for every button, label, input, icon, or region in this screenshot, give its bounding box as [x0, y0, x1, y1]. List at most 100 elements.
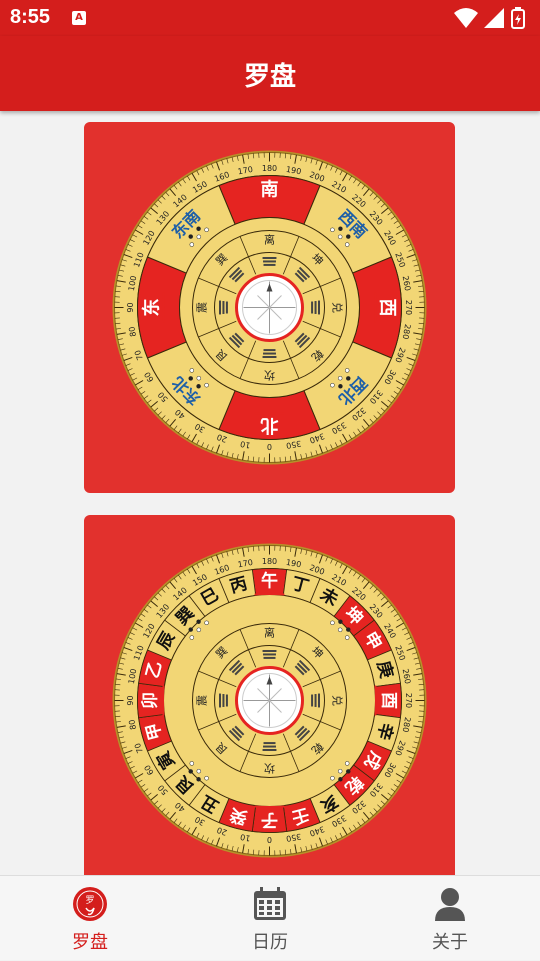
degree-label: 90: [126, 695, 135, 705]
nav-item-compass[interactable]: 罗 罗盘: [0, 876, 180, 961]
hetu-dot: [346, 376, 350, 380]
direction-label: 西: [377, 299, 398, 317]
trigram-label: 坎: [264, 762, 275, 775]
hetu-dot: [197, 235, 201, 239]
hetu-mark: [255, 806, 285, 807]
degree-label: 80: [127, 326, 138, 338]
nav-label-compass: 罗盘: [0, 928, 180, 954]
hetu-dot: [205, 383, 209, 387]
status-time: 8:55: [10, 6, 50, 29]
hetu-dot: [190, 761, 194, 765]
hetu-dot: [197, 384, 201, 388]
hetu-dot: [346, 235, 350, 239]
hetu-dot: [189, 376, 193, 380]
degree-label: 180: [262, 557, 277, 566]
hetu-mark: [255, 594, 285, 595]
nav-label-about: 关于: [360, 928, 540, 954]
degree-label: 10: [240, 439, 252, 450]
compass-card-24-mountains[interactable]: 0102030405060708090100110120130140150160…: [84, 515, 455, 886]
hetu-dot: [189, 628, 193, 632]
compass-logo-icon: 罗: [72, 886, 108, 922]
status-icons: [452, 6, 532, 30]
notification-icon: A: [72, 11, 86, 25]
compass-card-bagua[interactable]: 0102030405060708090100110120130140150160…: [84, 122, 455, 493]
hetu-dot: [338, 620, 342, 624]
direction-label: 东: [141, 299, 163, 317]
degree-label: 270: [404, 300, 413, 315]
hetu-dot: [189, 235, 193, 239]
hetu-mark: [255, 413, 285, 414]
degree-label: 0: [267, 442, 272, 451]
calendar-icon: [252, 886, 288, 922]
hetu-dot: [197, 376, 201, 380]
degree-label: 0: [267, 835, 272, 844]
compass-bagua-image: 0102030405060708090100110120130140150160…: [84, 122, 455, 493]
hetu-dot: [338, 227, 342, 231]
degree-label: 270: [404, 693, 413, 708]
hetu-dot: [338, 777, 342, 781]
hetu-mark: [163, 293, 164, 323]
compass-24-mountains-image: 0102030405060708090100110120130140150160…: [84, 515, 455, 886]
wifi-icon: [454, 8, 478, 28]
hetu-dot: [330, 228, 334, 232]
hetu-dot: [345, 636, 349, 640]
hetu-dot: [338, 769, 342, 773]
hetu-mark: [255, 201, 285, 202]
trigram-label: 离: [264, 626, 275, 640]
trigram-label: 离: [264, 233, 275, 247]
hetu-dot: [330, 383, 334, 387]
hetu-dot: [346, 628, 350, 632]
degree-label: 180: [262, 164, 277, 173]
trigram-label: 兑: [331, 302, 345, 313]
hetu-dot: [205, 621, 209, 625]
trigram-label: 震: [196, 695, 209, 706]
hetu-dot: [197, 227, 201, 231]
nav-item-about[interactable]: 关于: [360, 876, 540, 961]
nav-item-calendar[interactable]: 日历: [180, 876, 360, 961]
hetu-dot: [345, 243, 349, 247]
trigram-label: 震: [196, 302, 209, 313]
hetu-mark: [375, 293, 376, 323]
hetu-dot: [338, 384, 342, 388]
hetu-dot: [205, 228, 209, 232]
hetu-dot: [338, 628, 342, 632]
hetu-dot: [189, 769, 193, 773]
hetu-dot: [345, 368, 349, 372]
hetu-dot: [190, 368, 194, 372]
degree-label: 10: [240, 832, 252, 843]
mountain-label: 酉: [379, 692, 399, 709]
person-icon: [432, 886, 468, 922]
hetu-dot: [197, 777, 201, 781]
bottom-nav: 罗 罗盘 日历 关于: [0, 875, 540, 960]
hetu-dot: [190, 243, 194, 247]
hetu-dot: [330, 621, 334, 625]
hetu-dot: [190, 636, 194, 640]
nav-label-calendar: 日历: [180, 928, 360, 954]
app-bar: 罗盘: [0, 36, 540, 111]
trigram-label: 坎: [264, 369, 275, 382]
hetu-dot: [338, 376, 342, 380]
hetu-dot: [330, 776, 334, 780]
signal-icon: [484, 8, 504, 28]
trigram-label: 兑: [331, 695, 345, 706]
hetu-mark: [163, 686, 164, 716]
hetu-dot: [197, 620, 201, 624]
hetu-dot: [346, 769, 350, 773]
direction-label: 北: [261, 415, 279, 436]
hetu-dot: [345, 761, 349, 765]
battery-icon: [512, 7, 524, 28]
mountain-label: 卯: [141, 692, 161, 709]
page-title: 罗盘: [0, 56, 540, 93]
status-bar: 8:55 A: [0, 0, 540, 36]
mountain-label: 子: [261, 810, 278, 830]
svg-text:罗: 罗: [85, 895, 94, 906]
hetu-dot: [197, 769, 201, 773]
degree-label: 80: [127, 719, 138, 731]
hetu-mark: [375, 686, 376, 716]
hetu-dot: [205, 776, 209, 780]
mountain-label: 午: [261, 571, 278, 592]
degree-label: 90: [126, 302, 135, 312]
hetu-dot: [197, 628, 201, 632]
direction-label: 南: [261, 179, 279, 201]
hetu-dot: [338, 235, 342, 239]
